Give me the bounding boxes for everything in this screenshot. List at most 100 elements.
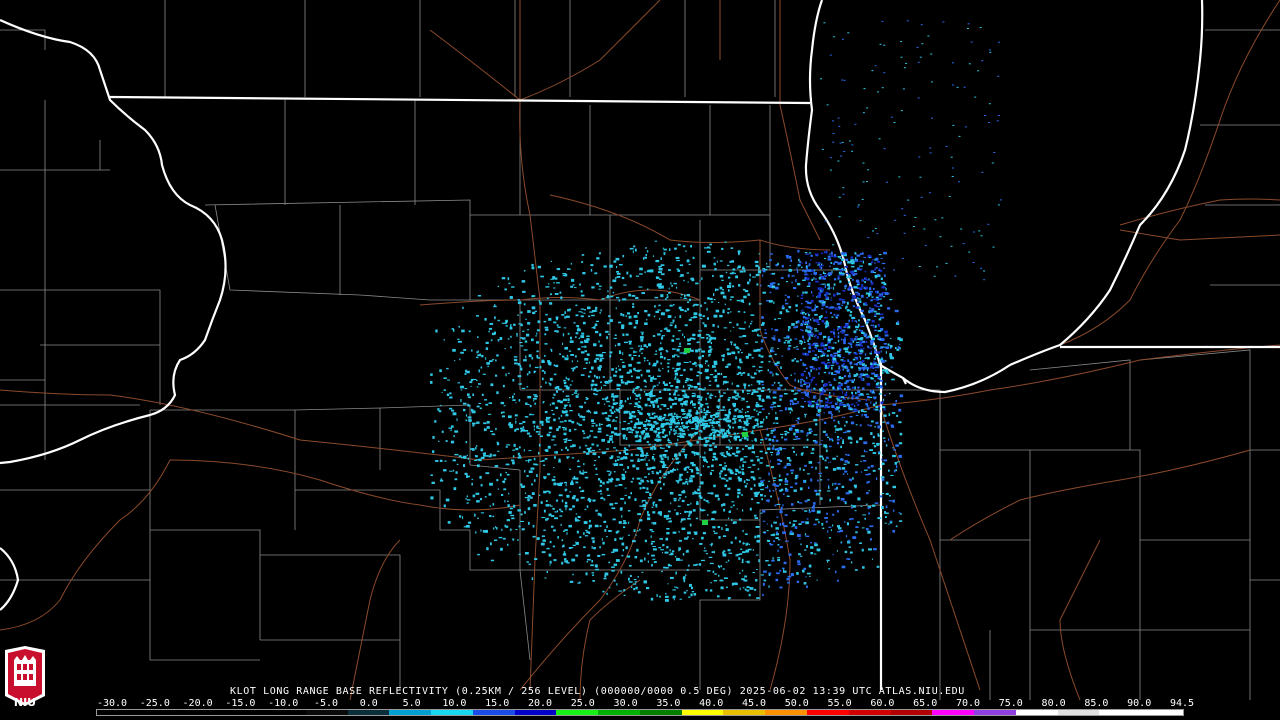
echo-pixel <box>480 456 485 459</box>
echo-pixel <box>569 445 574 448</box>
echo-pixel <box>651 506 654 508</box>
echo-pixel <box>859 362 862 366</box>
echo-pixel <box>684 310 687 312</box>
echo-pixel <box>824 272 827 275</box>
echo-pixel <box>520 311 523 314</box>
echo-pixel <box>628 315 632 319</box>
echo-pixel <box>719 260 723 262</box>
echo-pixel <box>668 510 671 513</box>
echo-pixel <box>639 559 643 563</box>
echo-pixel <box>819 479 823 481</box>
echo-pixel <box>796 348 799 350</box>
echo-pixel <box>640 331 645 333</box>
echo-pixel <box>590 268 593 272</box>
echo-pixel <box>745 411 747 414</box>
echo-pixel <box>962 243 965 245</box>
echo-pixel <box>760 347 764 350</box>
echo-pixel <box>463 464 466 468</box>
echo-pixel <box>822 277 826 280</box>
echo-pixel <box>847 473 848 475</box>
echo-pixel <box>771 454 773 456</box>
echo-pixel <box>855 396 859 400</box>
echo-pixel <box>630 453 633 457</box>
echo-pixel <box>854 336 858 338</box>
echo-pixel <box>752 464 756 466</box>
echo-pixel <box>851 387 855 389</box>
echo-pixel <box>899 347 901 350</box>
echo-pixel <box>770 495 772 498</box>
echo-pixel <box>784 294 787 296</box>
echo-pixel <box>609 286 613 289</box>
echo-pixel <box>762 291 766 294</box>
echo-pixel <box>862 260 864 264</box>
echo-pixel <box>556 330 559 333</box>
echo-pixel <box>861 331 865 334</box>
echo-pixel <box>727 276 731 279</box>
echo-pixel <box>876 382 879 385</box>
echo-pixel <box>578 405 581 408</box>
echo-pixel <box>504 348 506 350</box>
echo-pixel <box>468 330 471 333</box>
echo-pixel <box>830 529 832 532</box>
echo-pixel <box>869 396 873 399</box>
echo-pixel <box>622 352 624 356</box>
echo-pixel <box>690 462 694 465</box>
echo-pixel <box>536 332 538 335</box>
echo-pixel <box>656 594 658 597</box>
echo-pixel <box>714 457 718 461</box>
echo-pixel <box>793 450 795 453</box>
echo-pixel <box>491 332 496 336</box>
echo-pixel <box>456 463 459 465</box>
echo-pixel <box>644 310 648 313</box>
echo-pixel <box>877 274 880 277</box>
echo-pixel <box>638 345 640 347</box>
echo-pixel <box>666 443 668 447</box>
echo-pixel <box>606 525 608 528</box>
echo-pixel <box>607 440 610 443</box>
echo-pixel <box>838 376 841 379</box>
echo-pixel <box>702 427 706 430</box>
echo-pixel <box>644 322 648 325</box>
echo-pixel <box>696 374 699 377</box>
echo-pixel <box>640 458 644 461</box>
echo-pixel <box>609 409 612 412</box>
echo-pixel <box>521 485 525 488</box>
echo-pixel <box>580 308 584 310</box>
echo-pixel <box>633 588 636 591</box>
echo-pixel <box>673 403 677 405</box>
echo-pixel <box>772 361 775 363</box>
echo-pixel <box>843 342 846 345</box>
echo-pixel <box>706 250 711 253</box>
echo-pixel <box>639 267 643 271</box>
echo-pixel <box>665 599 669 602</box>
echo-pixel <box>658 547 661 549</box>
echo-pixel <box>683 279 685 282</box>
echo-pixel <box>480 448 484 452</box>
echo-pixel <box>675 256 680 259</box>
echo-pixel <box>731 271 735 273</box>
colorscale-bar <box>96 709 1184 716</box>
echo-pixel <box>609 435 612 438</box>
echo-pixel <box>451 409 455 412</box>
echo-pixel <box>854 356 858 359</box>
echo-pixel <box>738 411 742 413</box>
echo-pixel <box>893 449 897 451</box>
echo-pixel <box>822 353 826 355</box>
echo-pixel <box>711 551 714 553</box>
echo-pixel <box>855 306 860 309</box>
echo-pixel <box>754 494 758 497</box>
echo-pixel <box>923 228 926 230</box>
echo-pixel <box>831 366 833 370</box>
echo-pixel <box>851 265 855 268</box>
echo-pixel <box>812 317 814 319</box>
echo-pixel <box>850 421 855 425</box>
echo-pixel <box>749 507 752 511</box>
echo-pixel <box>858 410 860 414</box>
echo-pixel <box>643 580 647 584</box>
colorscale-swatch <box>389 710 432 715</box>
echo-pixel <box>475 446 477 450</box>
echo-pixel <box>614 459 617 463</box>
echo-pixel <box>564 504 568 508</box>
echo-pixel <box>839 402 842 404</box>
echo-pixel <box>493 527 495 530</box>
